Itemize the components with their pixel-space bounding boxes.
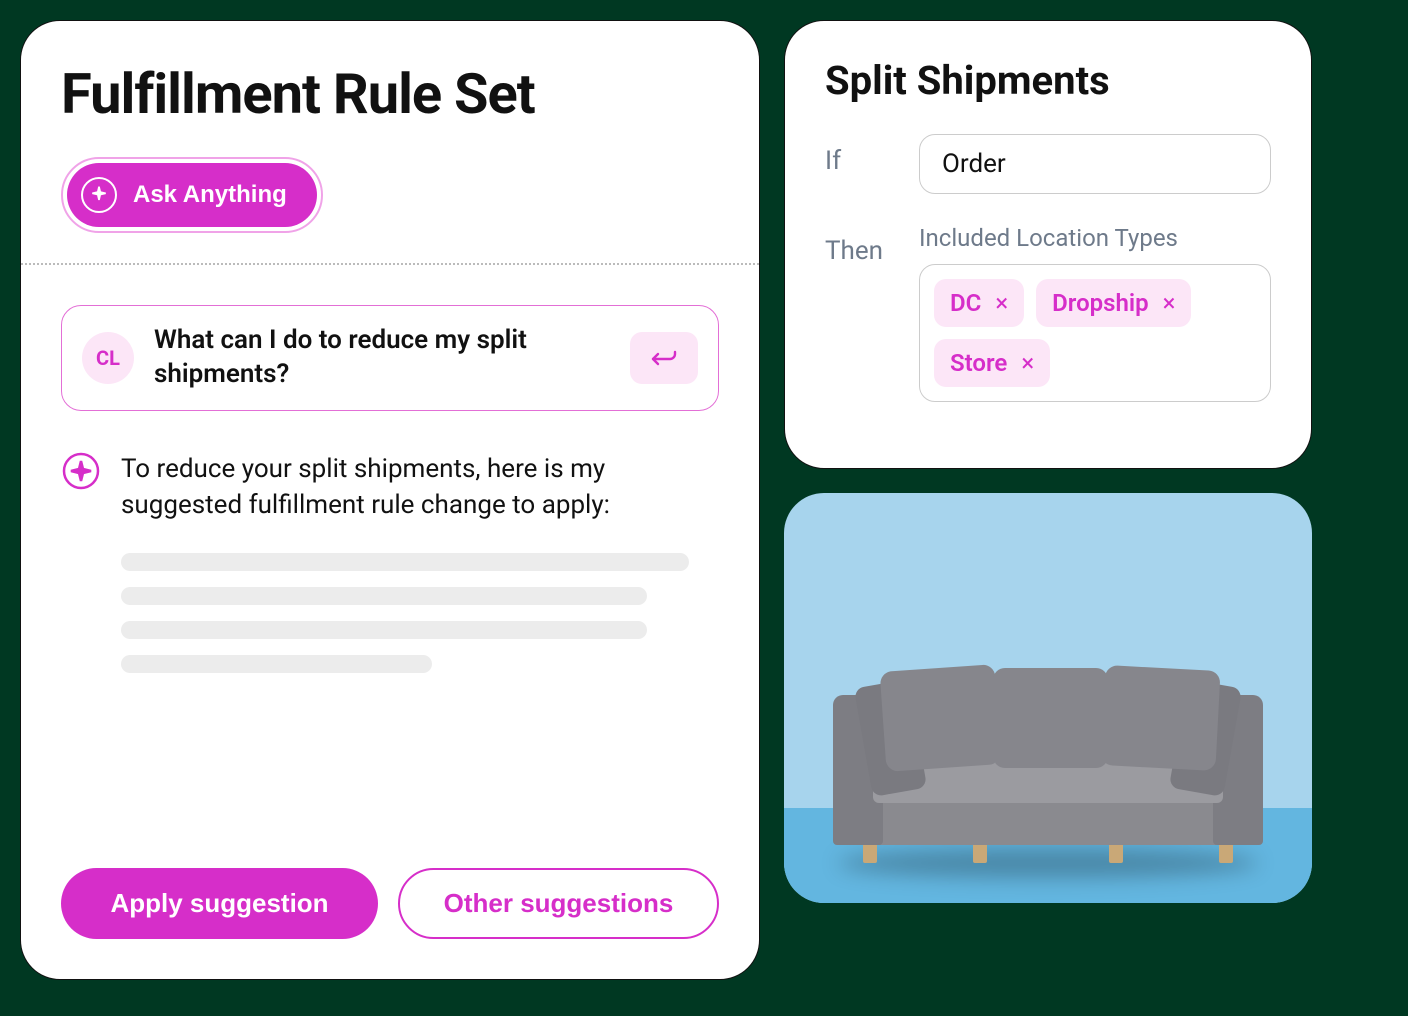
fulfillment-card: Fulfillment Rule Set Ask Anything CL Wha… — [20, 20, 760, 980]
send-button[interactable] — [630, 332, 698, 384]
user-message: CL What can I do to reduce my split ship… — [61, 305, 719, 411]
tag-dropship: Dropship × — [1036, 279, 1191, 327]
tag-label: DC — [950, 289, 981, 317]
sparkle-icon — [81, 177, 117, 213]
if-row: If Order — [825, 134, 1271, 194]
split-shipments-title: Split Shipments — [825, 57, 1271, 104]
ask-anything-label: Ask Anything — [133, 181, 287, 209]
tag-label: Dropship — [1052, 289, 1149, 317]
skeleton-line — [121, 621, 647, 639]
skeleton-line — [121, 587, 647, 605]
sofa-illustration — [833, 643, 1263, 863]
close-icon[interactable]: × — [1021, 349, 1034, 377]
divider — [21, 263, 759, 265]
avatar: CL — [82, 332, 134, 384]
location-types-field[interactable]: DC × Dropship × Store × — [919, 264, 1271, 402]
tag-dc: DC × — [934, 279, 1024, 327]
skeleton-line — [121, 553, 689, 571]
ask-anything-button[interactable]: Ask Anything — [67, 163, 317, 227]
tag-store: Store × — [934, 339, 1050, 387]
sparkle-icon — [61, 451, 101, 491]
action-row: Apply suggestion Other suggestions — [61, 868, 719, 939]
then-label: Then — [825, 224, 895, 266]
if-condition-field[interactable]: Order — [919, 134, 1271, 194]
tag-label: Store — [950, 349, 1007, 377]
ai-response: To reduce your split shipments, here is … — [61, 451, 719, 524]
close-icon[interactable]: × — [995, 289, 1008, 317]
other-suggestions-button[interactable]: Other suggestions — [398, 868, 719, 939]
skeleton-line — [121, 655, 432, 673]
ai-response-text: To reduce your split shipments, here is … — [121, 451, 719, 524]
ask-anything-wrap: Ask Anything — [61, 157, 323, 233]
product-image — [784, 493, 1312, 903]
skeleton-placeholder — [121, 553, 719, 673]
split-shipments-card: Split Shipments If Order Then Included L… — [784, 20, 1312, 469]
right-column: Split Shipments If Order Then Included L… — [784, 20, 1312, 996]
included-location-types-label: Included Location Types — [919, 224, 1271, 252]
page-title: Fulfillment Rule Set — [61, 61, 719, 127]
return-icon — [650, 347, 678, 369]
then-row: Then Included Location Types DC × Dropsh… — [825, 224, 1271, 402]
apply-suggestion-button[interactable]: Apply suggestion — [61, 868, 378, 939]
close-icon[interactable]: × — [1163, 289, 1176, 317]
if-label: If — [825, 134, 895, 176]
user-question: What can I do to reduce my split shipmen… — [154, 324, 610, 392]
